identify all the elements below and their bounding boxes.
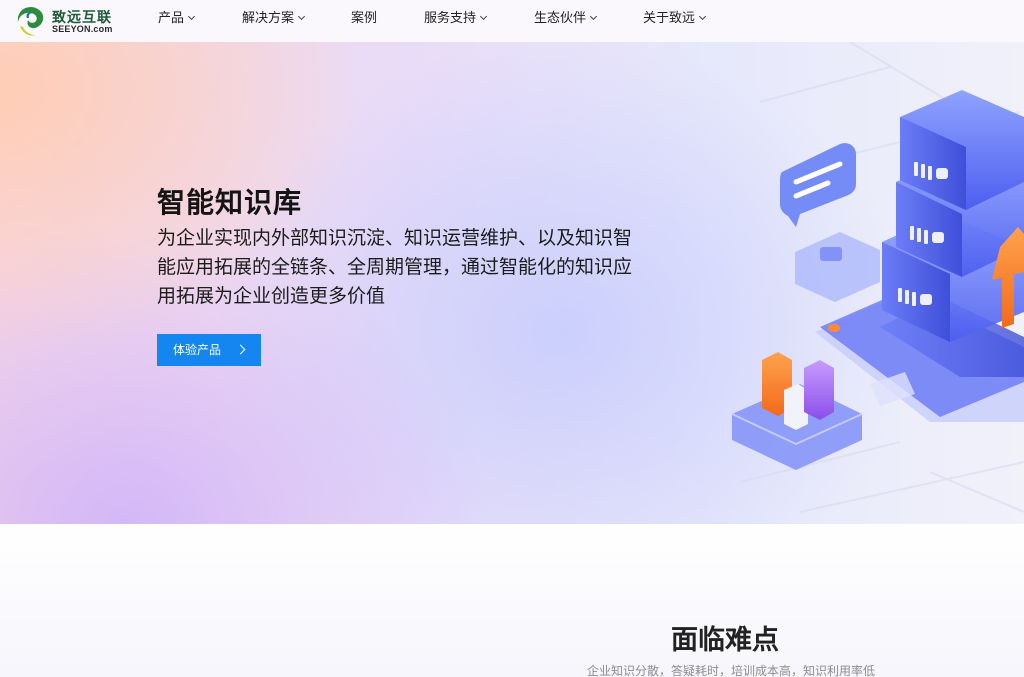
nav-item-label: 解决方案 — [242, 11, 295, 26]
chevron-down-icon — [187, 12, 196, 21]
nav-item-support[interactable]: 服务支持 — [424, 0, 488, 42]
hero-banner: 智能知识库 为企业实现内外部知识沉淀、知识运营维护、以及知识智能应用拓展的全链条… — [0, 42, 1024, 524]
nav-item-label: 案例 — [351, 11, 378, 26]
try-product-button[interactable]: 体验产品 — [157, 334, 261, 366]
hero-description: 为企业实现内外部知识沉淀、知识运营维护、以及知识智能应用拓展的全链条、全周期管理… — [157, 227, 633, 307]
nav-item-label: 服务支持 — [424, 11, 477, 26]
chevron-down-icon — [297, 12, 306, 21]
seeyon-swirl-logo-icon — [17, 7, 44, 36]
hero-title: 智能知识库 — [157, 186, 303, 219]
brand-logo[interactable]: 致远互联 SEEYON.com — [14, 4, 114, 38]
nav-item-label: 生态伙伴 — [534, 11, 587, 26]
bar-chart-illustration-icon — [731, 352, 863, 470]
pain-points-section: 面临难点 企业知识分散，答疑耗时，培训成本高，知识利用率低 — [0, 524, 1024, 677]
server-stack-illustration — [731, 42, 1024, 513]
nav-item-solutions[interactable]: 解决方案 — [242, 0, 306, 42]
nav-item-label: 关于致远 — [643, 11, 696, 26]
top-navigation-bar: 致远互联 SEEYON.com 产品 解决方案 案例 服务支持 生态伙伴 关于致… — [0, 0, 1024, 42]
chat-bubble-icon — [780, 143, 856, 227]
try-product-button-label: 体验产品 — [173, 343, 222, 357]
nav-item-cases[interactable]: 案例 — [351, 0, 377, 42]
nav-item-about[interactable]: 关于致远 — [643, 0, 707, 42]
nav-item-products[interactable]: 产品 — [158, 0, 196, 42]
section-subtitle: 企业知识分散，答疑耗时，培训成本高，知识利用率低 — [586, 664, 875, 677]
chevron-down-icon — [589, 12, 598, 21]
chevron-down-icon — [479, 12, 488, 21]
nav-item-label: 产品 — [158, 11, 185, 26]
brand-name-en: SEEYON.com — [52, 24, 113, 34]
section-title: 面临难点 — [671, 625, 779, 656]
chevron-right-icon — [235, 344, 246, 355]
nav-item-partners[interactable]: 生态伙伴 — [534, 0, 598, 42]
chevron-down-icon — [698, 12, 707, 21]
